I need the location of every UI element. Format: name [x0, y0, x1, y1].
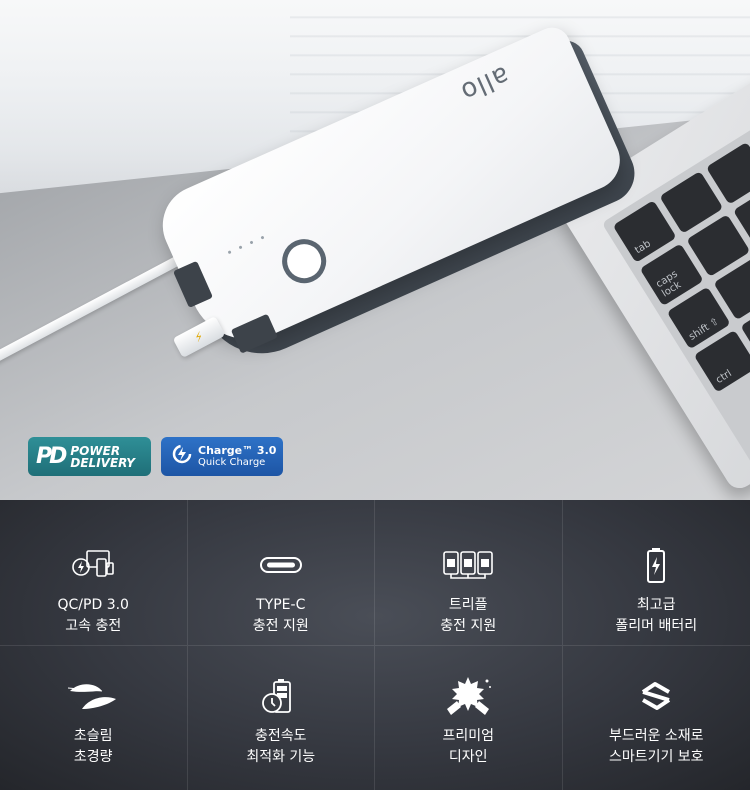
product-photo: tab caps lock shift ⇧ ctrl fn: [0, 0, 750, 500]
feature-line2: 최적화 기능: [246, 749, 316, 765]
power-delivery-badge: PD POWER DELIVERY: [28, 437, 151, 476]
feature-line2: 충전 지원: [252, 618, 309, 634]
feature-section: QC/PD 3.0 고속 충전 TYPE-C 충전 지원 트리플 충전 지원 최…: [0, 500, 750, 790]
quick-charge-badge: Charge™ 3.0 Quick Charge: [161, 437, 283, 476]
feature-line2: 스마트기기 보호: [608, 749, 704, 765]
feature-line2: 폴리머 배터리: [615, 618, 698, 634]
multi-device-charging-icon: [63, 545, 123, 585]
feature-line1: TYPE-C: [256, 597, 306, 613]
feature-premium-design: 프리미엄 디자인: [375, 645, 563, 790]
feature-line2: 충전 지원: [440, 618, 497, 634]
quick-charge-logo-icon: [171, 443, 193, 470]
feature-slim-light: 초슬림 초경량: [0, 645, 188, 790]
feature-line2: 초경량: [73, 749, 113, 765]
feature-line2: 디자인: [448, 749, 488, 765]
feature-line1: QC/PD 3.0: [57, 597, 129, 613]
smooth-material-icon: [626, 676, 686, 716]
feature-fast-charge: QC/PD 3.0 고속 충전: [0, 500, 188, 645]
usb-c-port-icon: [251, 545, 311, 585]
battery-cell-icon: [626, 545, 686, 585]
power-button: [275, 232, 334, 291]
feature-polymer-battery: 최고급 폴리머 배터리: [563, 500, 750, 645]
feature-line1: 트리플: [448, 597, 488, 613]
brand-logo: allo: [455, 59, 514, 108]
battery-clock-icon: [251, 676, 311, 716]
feature-type-c: TYPE-C 충전 지원: [188, 500, 375, 645]
pd-line1: POWER: [70, 443, 121, 458]
qc-line1: Charge™ 3.0: [198, 443, 277, 457]
pd-logo-icon: PD: [36, 444, 67, 469]
battery-led-indicator: [227, 235, 265, 255]
feature-charge-optimization: 충전속도 최적화 기능: [187, 645, 375, 790]
triple-phone-charging-icon: [438, 545, 498, 585]
pd-line2: DELIVERY: [70, 455, 135, 470]
feature-grid: QC/PD 3.0 고속 충전 TYPE-C 충전 지원 트리플 충전 지원 최…: [0, 500, 750, 790]
feature-soft-material: 부드러운 소재로 스마트기기 보호: [562, 645, 750, 790]
feature-line1: 충전속도: [254, 728, 307, 744]
feature-line1: 부드러운 소재로: [608, 728, 704, 744]
feature-line1: 초슬림: [73, 728, 113, 744]
feather-icon: [63, 676, 123, 716]
qc-line2: Quick Charge: [198, 456, 266, 468]
feature-line2: 고속 충전: [65, 618, 122, 634]
feature-line1: 최고급: [636, 597, 676, 613]
premium-badge-icon: [438, 676, 498, 716]
feature-line1: 프리미엄: [442, 728, 495, 744]
feature-triple-charge: 트리플 충전 지원: [375, 500, 563, 645]
